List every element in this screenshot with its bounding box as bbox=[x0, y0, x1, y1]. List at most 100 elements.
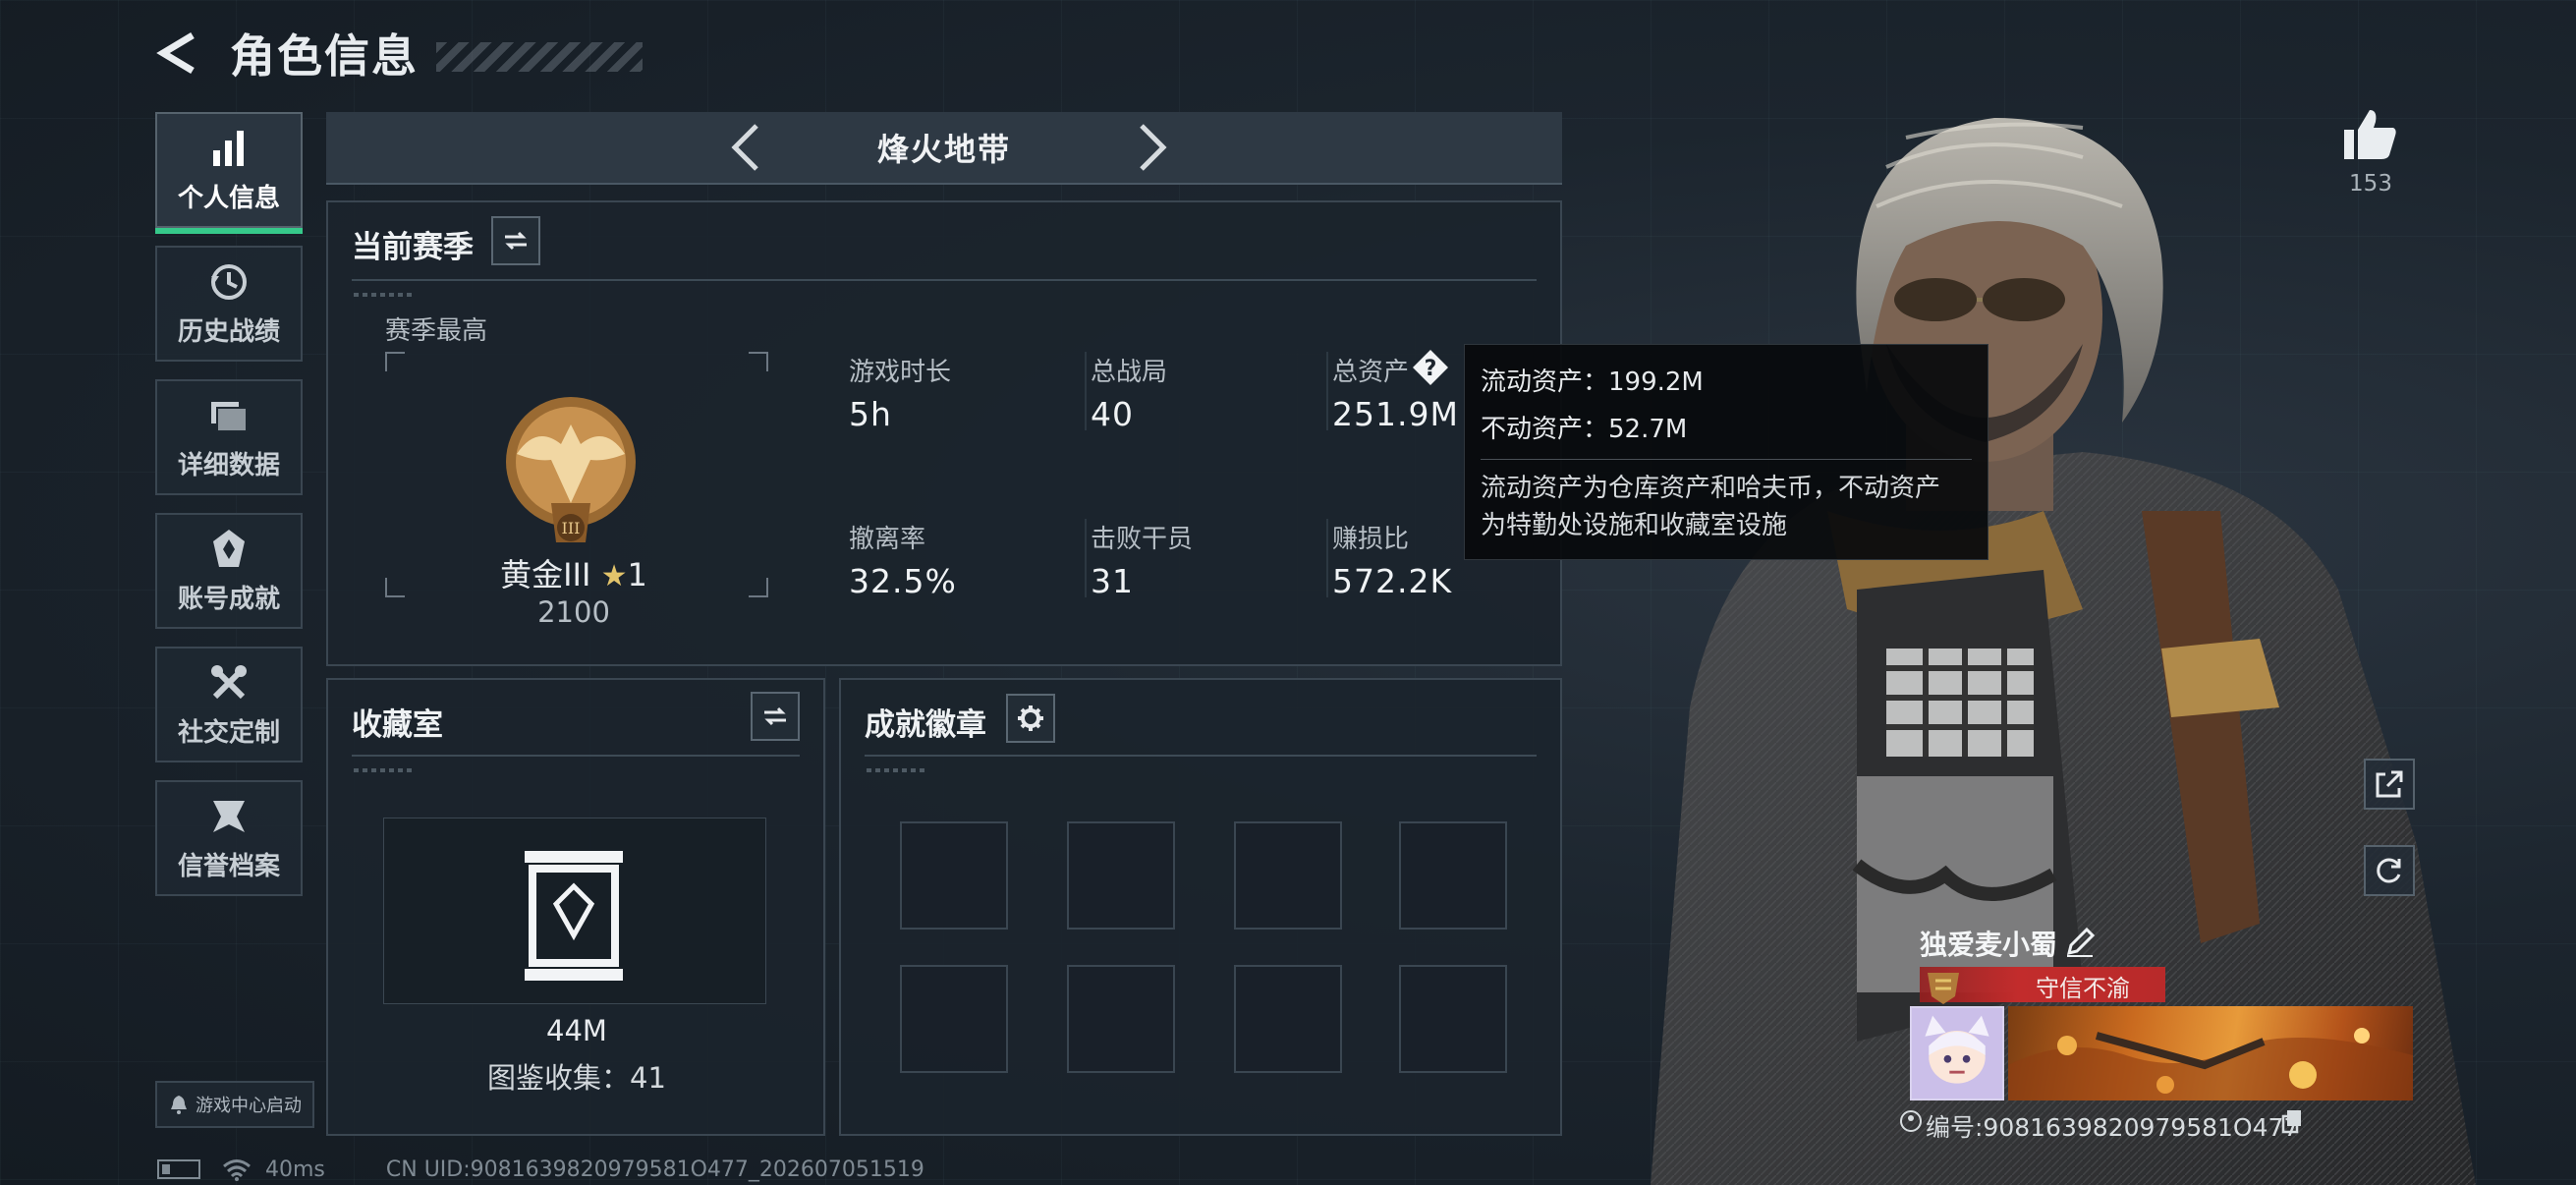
badge-slot[interactable] bbox=[1399, 965, 1507, 1073]
game-center-launch-button[interactable]: 游戏中心启动 bbox=[155, 1081, 314, 1128]
collection-count: 图鉴收集：41 bbox=[487, 1061, 666, 1095]
uid-text: CN UID:9081639820979581O477_202607051519 bbox=[385, 1157, 924, 1182]
player-id: 编号:9081639820979581O477 bbox=[1926, 1113, 2300, 1142]
bar-chart-icon bbox=[213, 130, 244, 166]
svg-text:III: III bbox=[562, 519, 581, 537]
badge-slot[interactable] bbox=[1234, 821, 1342, 930]
sidebar-item-achievements[interactable]: 账号成就 bbox=[155, 513, 303, 629]
season-title: 当前赛季 bbox=[352, 230, 474, 265]
badge-slot[interactable] bbox=[1067, 821, 1175, 930]
stat-value-play-time: 5h bbox=[849, 395, 892, 433]
avatar-image bbox=[1912, 1008, 2002, 1099]
collection-title: 收藏室 bbox=[352, 707, 443, 743]
page-title: 角色信息 bbox=[230, 29, 419, 83]
collection-value: 44M bbox=[546, 1014, 607, 1047]
badge-slot[interactable] bbox=[1234, 965, 1342, 1073]
sidebar-item-detailed-data[interactable]: 详细数据 bbox=[155, 379, 303, 495]
tools-icon bbox=[211, 664, 247, 699]
banner-image bbox=[2008, 1028, 2413, 1100]
stat-label-total-matches: 总战局 bbox=[1091, 358, 1168, 387]
edit-pencil-icon[interactable] bbox=[2063, 926, 2097, 959]
player-name: 独爱麦小蜀 bbox=[1920, 929, 2058, 961]
divider bbox=[865, 755, 1537, 757]
title-decoration bbox=[436, 42, 643, 72]
svg-text:?: ? bbox=[1425, 357, 1437, 381]
sidebar-nav: 个人信息 历史战绩 详细数据 账号成就 社交定制 信誉档案 bbox=[155, 112, 305, 914]
sidebar-item-label: 账号成就 bbox=[177, 584, 280, 614]
swap-icon bbox=[505, 231, 527, 251]
profile-banner[interactable] bbox=[2008, 1006, 2413, 1100]
sidebar-item-history[interactable]: 历史战绩 bbox=[155, 246, 303, 362]
stat-label-profit-ratio: 赚损比 bbox=[1332, 525, 1410, 554]
stat-label-total-assets: 总资产 bbox=[1332, 358, 1410, 387]
folder-icon bbox=[211, 401, 248, 432]
stat-value-extract-rate: 32.5% bbox=[849, 562, 957, 600]
back-arrow-icon[interactable] bbox=[155, 29, 202, 77]
sidebar-item-social-custom[interactable]: 社交定制 bbox=[155, 647, 303, 762]
badge-slot[interactable] bbox=[1399, 821, 1507, 930]
assets-tooltip: 流动资产：199.2M 不动资产：52.7M 流动资产为仓库资产和哈夫币，不动资… bbox=[1464, 344, 1988, 560]
gear-icon bbox=[1018, 705, 1043, 731]
sidebar-item-personal-info[interactable]: 个人信息 bbox=[155, 112, 303, 234]
divider bbox=[352, 755, 800, 757]
wifi-icon bbox=[223, 1159, 251, 1181]
share-icon bbox=[2376, 770, 2403, 798]
history-clock-icon bbox=[211, 263, 247, 300]
ping-value: 40ms bbox=[265, 1157, 325, 1182]
badge-slot[interactable] bbox=[900, 821, 1008, 930]
header: 角色信息 bbox=[155, 22, 643, 85]
collection-panel: 收藏室 44M 图鉴收集：41 bbox=[326, 678, 825, 1136]
sidebar-item-label: 历史战绩 bbox=[177, 316, 280, 347]
decoration bbox=[354, 293, 413, 297]
avatar[interactable] bbox=[1910, 1006, 2004, 1100]
reputation-text: 守信不渝 bbox=[2036, 975, 2130, 1002]
stat-value-total-assets: 251.9M bbox=[1332, 395, 1459, 433]
share-button[interactable] bbox=[2364, 759, 2415, 810]
star-icon: ★ bbox=[600, 559, 628, 593]
badge-slot[interactable] bbox=[900, 965, 1008, 1073]
sidebar-item-label: 个人信息 bbox=[177, 183, 280, 213]
launch-label: 游戏中心启动 bbox=[196, 1096, 302, 1116]
season-best-label: 赛季最高 bbox=[385, 316, 488, 346]
collection-switch-button[interactable] bbox=[751, 692, 800, 741]
stat-label-extract-rate: 撤离率 bbox=[849, 525, 926, 554]
season-panel: 当前赛季 赛季最高 III 黄金III ★1 2100 游戏时长 5h 总战局 … bbox=[326, 200, 1562, 666]
decoration bbox=[354, 768, 413, 772]
decoration bbox=[867, 768, 925, 772]
tooltip-desc-line1: 流动资产为仓库资产和哈夫币，不动资产 bbox=[1481, 474, 1941, 503]
badges-title: 成就徽章 bbox=[865, 707, 986, 743]
rotate-button[interactable] bbox=[2364, 845, 2415, 896]
divider bbox=[352, 279, 1537, 281]
chevron-left-icon[interactable] bbox=[721, 120, 770, 175]
stat-value-total-matches: 40 bbox=[1091, 395, 1134, 433]
sidebar-item-label: 详细数据 bbox=[177, 450, 280, 480]
tooltip-desc-line2: 为特勤处设施和收藏室设施 bbox=[1481, 511, 1788, 540]
rank-stars: 1 bbox=[627, 556, 647, 593]
badge-slot[interactable] bbox=[1067, 965, 1175, 1073]
sidebar-item-reputation[interactable]: 信誉档案 bbox=[155, 780, 303, 896]
copy-icon[interactable] bbox=[2279, 1108, 2305, 1134]
reputation-icon bbox=[213, 800, 245, 832]
tooltip-liquid-assets: 流动资产：199.2M bbox=[1481, 367, 1704, 397]
battery-icon bbox=[157, 1159, 200, 1179]
mode-selector: 烽火地带 bbox=[326, 112, 1562, 185]
badges-settings-button[interactable] bbox=[1006, 694, 1055, 743]
status-bar: 40ms CN UID:9081639820979581O477_2026070… bbox=[157, 1156, 924, 1183]
rotate-icon bbox=[2377, 858, 2401, 883]
rank-name: 黄金III ★1 bbox=[426, 550, 721, 595]
stat-label-kills: 击败干员 bbox=[1091, 525, 1194, 554]
stat-value-profit-ratio: 572.2K bbox=[1332, 562, 1453, 600]
badges-panel: 成就徽章 bbox=[839, 678, 1562, 1136]
season-switch-button[interactable] bbox=[491, 216, 540, 265]
vault-display-case-icon bbox=[525, 851, 623, 981]
stat-value-kills: 31 bbox=[1091, 562, 1134, 600]
mode-name: 烽火地带 bbox=[876, 131, 1011, 168]
reputation-emblem-icon bbox=[1928, 973, 1959, 1004]
rank-medal-icon: III bbox=[506, 397, 636, 542]
tooltip-divider bbox=[1481, 459, 1972, 460]
sidebar-item-label: 信誉档案 bbox=[177, 851, 280, 881]
thumbs-up-icon[interactable] bbox=[2340, 106, 2399, 161]
like-count: 153 bbox=[2349, 171, 2392, 197]
help-icon[interactable]: ? bbox=[1411, 348, 1450, 387]
chevron-right-icon[interactable] bbox=[1128, 120, 1177, 175]
